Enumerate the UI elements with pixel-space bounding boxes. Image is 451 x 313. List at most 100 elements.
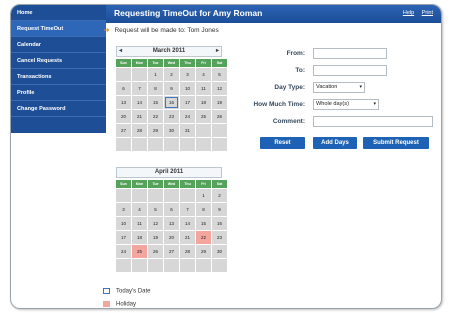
- calendar-day[interactable]: 2: [212, 189, 227, 202]
- calendar-day[interactable]: 17: [180, 96, 195, 109]
- calendar-empty-cell: [148, 259, 163, 272]
- calendar-day[interactable]: 25: [132, 245, 147, 258]
- calendar-day[interactable]: 18: [196, 96, 211, 109]
- calendar-day[interactable]: 27: [164, 245, 179, 258]
- to-label: To:: [295, 67, 305, 74]
- calendar-day[interactable]: 12: [148, 217, 163, 230]
- calendar-day[interactable]: 29: [148, 124, 163, 137]
- submit-request-button[interactable]: Submit Request: [363, 137, 429, 149]
- calendar-day[interactable]: 13: [164, 217, 179, 230]
- calendar-day[interactable]: 21: [180, 231, 195, 244]
- prev-month-arrow-icon[interactable]: ◂: [119, 47, 122, 56]
- calendar-day[interactable]: 27: [116, 124, 131, 137]
- calendar-day[interactable]: 23: [212, 231, 227, 244]
- calendar-month-label: March 2011: [152, 48, 186, 54]
- day-type-value: Vacation: [316, 84, 338, 90]
- add-days-button[interactable]: Add Days: [313, 137, 357, 149]
- reset-button[interactable]: Reset: [260, 137, 305, 149]
- how-much-select[interactable]: Whole day(s) ▾: [313, 99, 379, 110]
- legend-today: Today's Date: [103, 288, 151, 295]
- calendar-day[interactable]: 1: [148, 68, 163, 81]
- calendar-day[interactable]: 31: [180, 124, 195, 137]
- calendar-day[interactable]: 23: [164, 110, 179, 123]
- calendar-day[interactable]: 4: [196, 68, 211, 81]
- calendar-day[interactable]: 8: [196, 203, 211, 216]
- calendar-day[interactable]: 5: [148, 203, 163, 216]
- to-date-input[interactable]: [313, 65, 387, 76]
- calendar-day[interactable]: 30: [164, 124, 179, 137]
- calendar-day[interactable]: 7: [132, 82, 147, 95]
- calendar-day[interactable]: 5: [212, 68, 227, 81]
- calendar-day[interactable]: 19: [212, 96, 227, 109]
- day-type-row: Day Type: Vacation ▾: [250, 82, 440, 94]
- holiday-swatch: [103, 301, 110, 307]
- sidebar-item-home[interactable]: Home: [11, 5, 106, 21]
- request-recipient-notice: ➔ Request will be made to: Tom Jones: [104, 26, 219, 34]
- calendar-day[interactable]: 1: [196, 189, 211, 202]
- sidebar-item-transactions[interactable]: Transactions: [11, 69, 106, 85]
- calendar-day[interactable]: 14: [180, 217, 195, 230]
- calendar-day[interactable]: 28: [180, 245, 195, 258]
- calendar-day[interactable]: 3: [180, 68, 195, 81]
- calendar-day[interactable]: 24: [116, 245, 131, 258]
- calendar-day[interactable]: 16: [164, 96, 179, 109]
- calendar-day[interactable]: 7: [180, 203, 195, 216]
- day-type-select[interactable]: Vacation ▾: [313, 82, 365, 93]
- header-links: Help Print: [397, 10, 433, 16]
- calendar-day[interactable]: 12: [212, 82, 227, 95]
- page-title: Requesting TimeOut for Amy Roman: [114, 8, 263, 18]
- sidebar-item-change-password[interactable]: Change Password: [11, 101, 106, 117]
- weekday-header: Thu: [180, 59, 195, 67]
- comment-row: Comment:: [250, 116, 440, 128]
- calendar-day[interactable]: 10: [116, 217, 131, 230]
- calendar-day[interactable]: 11: [132, 217, 147, 230]
- calendar-day[interactable]: 9: [212, 203, 227, 216]
- calendar-day[interactable]: 26: [212, 110, 227, 123]
- calendar-day[interactable]: 28: [132, 124, 147, 137]
- calendar-day[interactable]: 30: [212, 245, 227, 258]
- calendar-day[interactable]: 6: [164, 203, 179, 216]
- comment-input[interactable]: [313, 116, 433, 127]
- calendar-day[interactable]: 2: [164, 68, 179, 81]
- calendar-day[interactable]: 13: [116, 96, 131, 109]
- calendar-day[interactable]: 11: [196, 82, 211, 95]
- comment-label: Comment:: [272, 118, 305, 125]
- print-link[interactable]: Print: [422, 10, 433, 16]
- calendar-day[interactable]: 4: [132, 203, 147, 216]
- help-link[interactable]: Help: [403, 10, 414, 16]
- calendar-day[interactable]: 20: [164, 231, 179, 244]
- calendar-day[interactable]: 25: [196, 110, 211, 123]
- calendar-day[interactable]: 3: [116, 203, 131, 216]
- calendar-day[interactable]: 22: [148, 110, 163, 123]
- calendar-day[interactable]: 20: [116, 110, 131, 123]
- calendar-day[interactable]: 14: [132, 96, 147, 109]
- calendar-day[interactable]: 9: [164, 82, 179, 95]
- calendar-empty-cell: [164, 189, 179, 202]
- calendar-day[interactable]: 10: [180, 82, 195, 95]
- next-month-arrow-icon[interactable]: ▸: [216, 47, 219, 56]
- calendar-day[interactable]: 6: [116, 82, 131, 95]
- calendar-day[interactable]: 29: [196, 245, 211, 258]
- from-date-input[interactable]: [313, 48, 387, 59]
- calendar-day[interactable]: 26: [148, 245, 163, 258]
- arrow-right-icon: ➔: [104, 27, 110, 34]
- calendar-empty-cell: [196, 259, 211, 272]
- calendar-grid: Sun Mon Tue Wed Thu Fri Sat 1 2 3 4 5 6 7 8 9 10 11 12 13 14…: [116, 59, 227, 151]
- calendar-day[interactable]: 21: [132, 110, 147, 123]
- calendar-day[interactable]: 8: [148, 82, 163, 95]
- sidebar-item-calendar[interactable]: Calendar: [11, 37, 106, 53]
- calendar-month-label: April 2011: [154, 169, 184, 175]
- weekday-header: Wed: [164, 59, 179, 67]
- calendar-day[interactable]: 22: [196, 231, 211, 244]
- calendar-day[interactable]: 15: [196, 217, 211, 230]
- sidebar-item-request-timeout[interactable]: Request TimeOut: [11, 21, 106, 37]
- sidebar-item-profile[interactable]: Profile: [11, 85, 106, 101]
- sidebar-item-cancel-requests[interactable]: Cancel Requests: [11, 53, 106, 69]
- calendar-day[interactable]: 18: [132, 231, 147, 244]
- calendar-day[interactable]: 24: [180, 110, 195, 123]
- calendar-day[interactable]: 17: [116, 231, 131, 244]
- calendar-day[interactable]: 16: [212, 217, 227, 230]
- calendar-day[interactable]: 15: [148, 96, 163, 109]
- calendar-day[interactable]: 19: [148, 231, 163, 244]
- how-much-row: How Much Time: Whole day(s) ▾: [250, 99, 440, 111]
